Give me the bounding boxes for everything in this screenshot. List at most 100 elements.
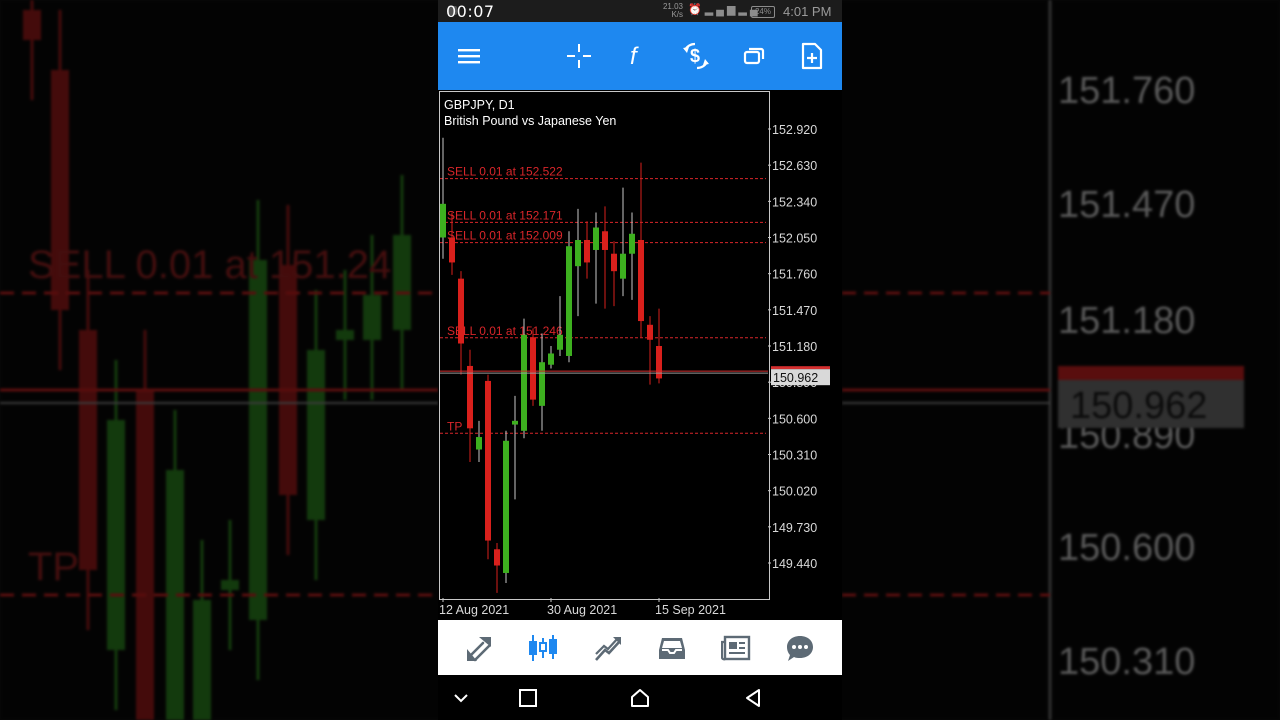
candle-body [593, 227, 599, 250]
battery-level: 24% [754, 7, 771, 16]
alarm-icon: ⏰ [688, 4, 705, 16]
order-label: SELL 0.01 at 151.246 [447, 324, 563, 338]
price-tick-label: 150.600 [772, 412, 817, 426]
home-button[interactable] [620, 681, 660, 715]
crosshair-button[interactable] [557, 34, 601, 78]
candle-body [575, 239, 581, 267]
price-tick-label: 151.180 [772, 340, 817, 354]
time-axis: 12 Aug 2021 30 Aug 2021 15 Sep 2021 [439, 598, 726, 617]
price-axis: 152.920 152.630 152.340 152.050 151.760 151.4… [768, 123, 830, 571]
recents-button[interactable] [508, 681, 548, 715]
indicators-button[interactable]: f [615, 34, 659, 78]
function-f-icon: f [630, 43, 639, 70]
price-tick-label: 149.440 [772, 557, 817, 571]
candles-icon [529, 635, 557, 661]
svg-text:$: $ [690, 46, 700, 66]
hamburger-menu-icon [458, 49, 480, 64]
current-price-label: 150.962 [773, 371, 818, 385]
candle-body [503, 440, 509, 573]
price-tick-label: 151.760 [772, 268, 817, 282]
hide-nav-button[interactable] [441, 681, 481, 715]
tab-messages[interactable] [778, 628, 822, 668]
tab-chart[interactable] [521, 628, 565, 668]
chat-bubble-icon [787, 636, 813, 661]
candle-body [620, 253, 626, 279]
menu-button[interactable] [447, 34, 491, 78]
price-tick-label: 152.630 [772, 159, 817, 173]
add-document-icon [801, 42, 823, 70]
recording-timer: 00:07 [446, 2, 495, 21]
windows-button[interactable] [732, 34, 776, 78]
order-label: SELL 0.01 at 152.009 [447, 229, 563, 243]
inbox-icon [659, 638, 685, 659]
current-price-badge-top [771, 366, 830, 370]
price-chart[interactable]: SELL 0.01 at 152.522 SELL 0.01 at 152.171… [438, 90, 842, 620]
order-label: SELL 0.01 at 152.171 [447, 208, 563, 222]
candle-body [557, 334, 563, 350]
candle-body [647, 324, 653, 340]
battery-icon: 24% [751, 6, 775, 18]
price-tick-label: 152.050 [772, 232, 817, 246]
chart-area[interactable]: SELL 0.01 at 152.522 SELL 0.01 at 152.171… [438, 90, 842, 620]
candle-body [530, 337, 536, 400]
price-tick-label: 150.020 [772, 485, 817, 499]
windows-icon [743, 47, 765, 65]
time-tick-label: 12 Aug 2021 [439, 603, 509, 617]
candle-body [485, 380, 491, 541]
price-tick-label: 150.310 [772, 449, 817, 463]
price-tick-label: 151.470 [772, 304, 817, 318]
time-tick-label: 30 Aug 2021 [547, 603, 617, 617]
new-order-button[interactable] [790, 34, 834, 78]
status-bar: 00:07 21.03 K/s ⏰▂▄▆▂▄ 24% 4:01 PM [438, 0, 842, 22]
price-tick-label: 152.340 [772, 195, 817, 209]
current-price-line [440, 370, 768, 374]
back-button[interactable] [733, 681, 773, 715]
candle-body [566, 246, 572, 356]
order-label: SELL 0.01 at 152.522 [447, 165, 563, 179]
candle-body [584, 239, 590, 263]
candle-body [494, 549, 500, 566]
candle-body [539, 362, 545, 406]
candle-body [512, 420, 518, 425]
candle-body [440, 203, 446, 238]
svg-text:f: f [630, 43, 639, 70]
price-tick-label: 149.730 [772, 521, 817, 535]
candle-body [548, 353, 554, 365]
tab-quotes[interactable] [457, 628, 501, 668]
order-label: TP [447, 419, 462, 433]
trend-chart-icon [595, 637, 621, 661]
candle-body [638, 239, 644, 322]
tab-news[interactable] [714, 628, 758, 668]
chart-description: British Pound vs Japanese Yen [444, 114, 616, 128]
time-tick-label: 15 Sep 2021 [655, 603, 726, 617]
phone-screen: 00:07 21.03 K/s ⏰▂▄▆▂▄ 24% 4:01 PM f $ S… [438, 0, 842, 720]
signal-icon: ▂▄▆ [704, 4, 739, 16]
tab-history[interactable] [650, 628, 694, 668]
trade-button[interactable]: $ [674, 34, 718, 78]
crosshair-icon [567, 44, 591, 68]
square-recent-icon [519, 689, 537, 707]
news-icon [721, 635, 751, 661]
system-navigation-bar [438, 675, 842, 720]
status-clock: 4:01 PM [783, 4, 832, 19]
candle-body [521, 334, 527, 431]
app-toolbar: f $ [438, 22, 842, 90]
chart-symbol: GBPJPY, D1 [444, 98, 515, 112]
arrows-updown-icon [467, 637, 491, 662]
chevron-down-icon [454, 694, 468, 703]
price-tick-label: 152.920 [772, 123, 817, 137]
candle-body [467, 365, 473, 429]
candle-body [476, 437, 482, 450]
candle-body [629, 233, 635, 254]
network-speed: 21.03 K/s [657, 3, 683, 19]
tab-trade[interactable] [586, 628, 630, 668]
candle-body [449, 237, 455, 263]
bottom-navigation [438, 620, 842, 675]
back-icon [746, 689, 760, 707]
candle-body [611, 253, 617, 272]
candles [440, 137, 662, 593]
status-icons: ⏰▂▄▆▂▄ [688, 3, 761, 16]
net-speed-unit: K/s [671, 10, 683, 19]
candle-body [602, 231, 608, 250]
candle-body [458, 278, 464, 344]
